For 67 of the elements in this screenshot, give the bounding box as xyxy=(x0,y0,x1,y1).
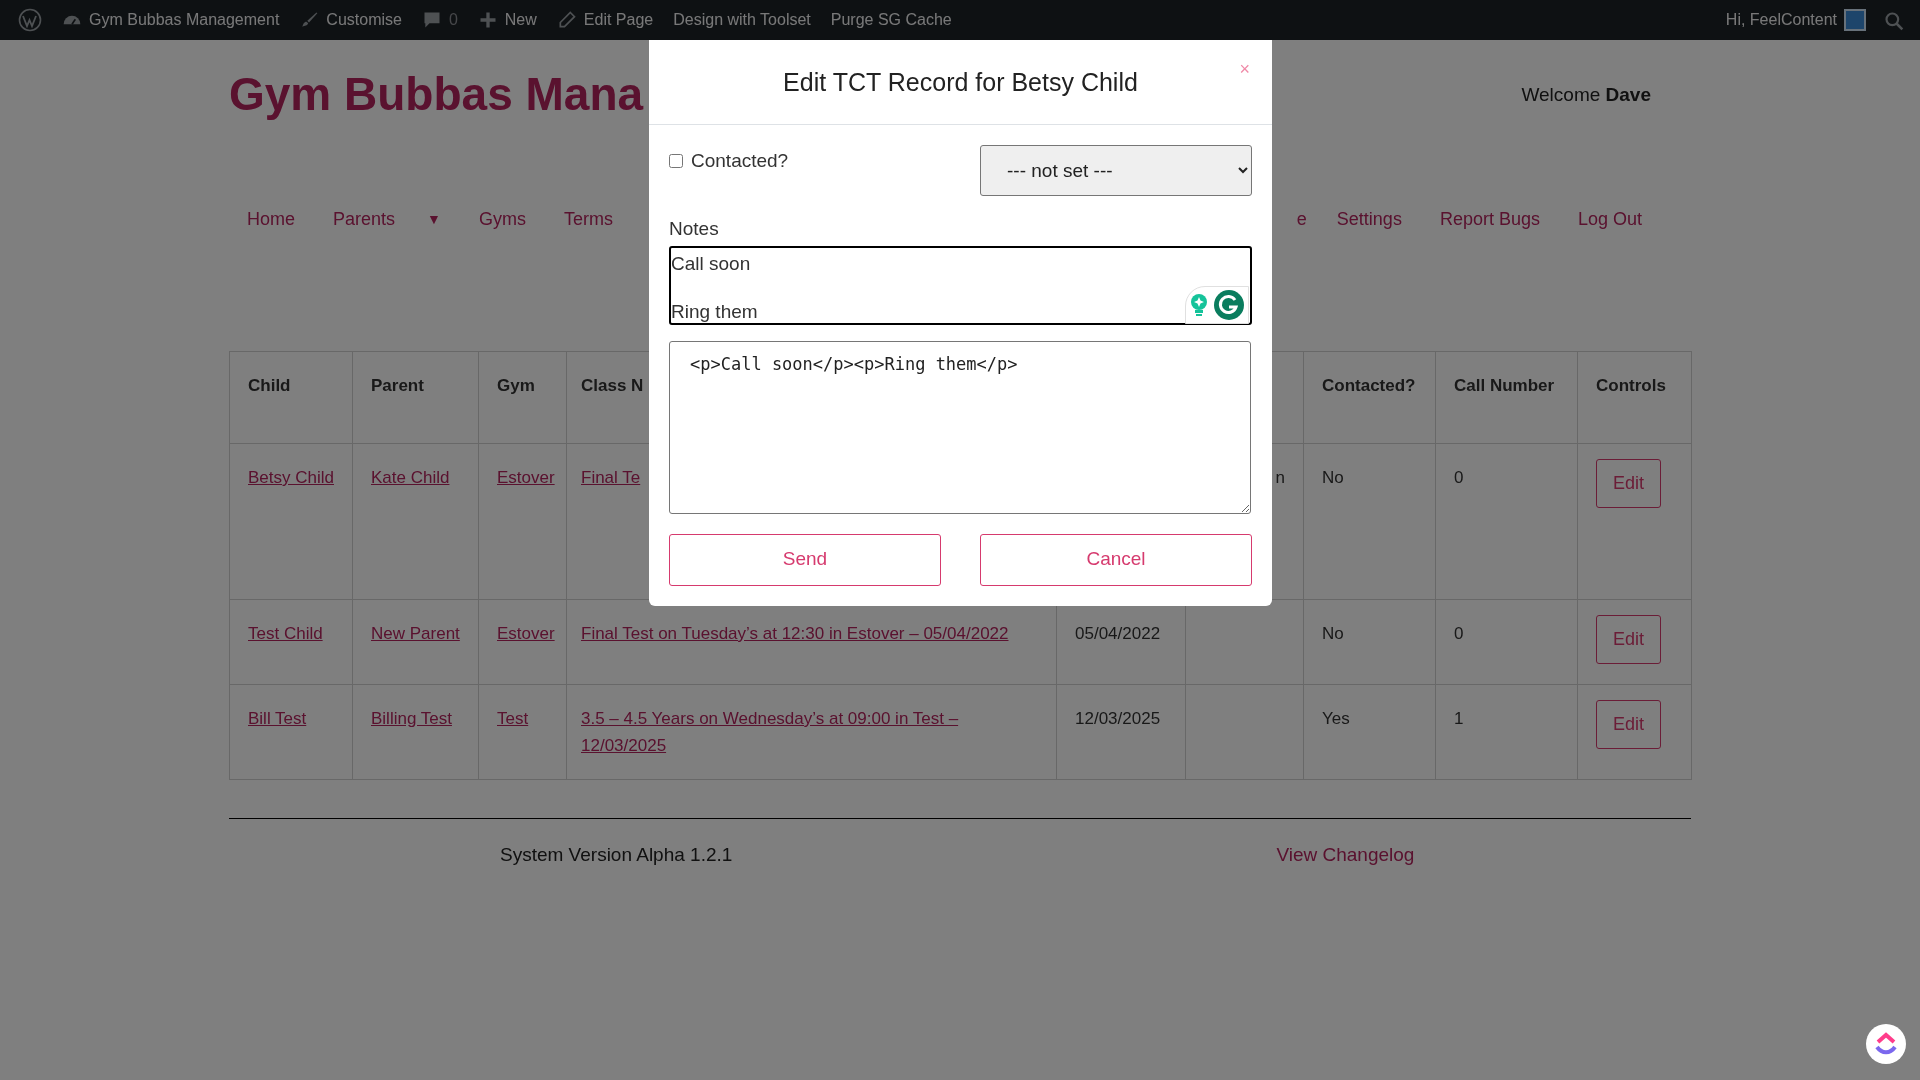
editor-line: Call soon xyxy=(671,251,751,276)
table-link[interactable]: Estover xyxy=(497,464,555,491)
brush-icon xyxy=(299,10,320,30)
table-cell: No xyxy=(1322,624,1344,643)
table-link[interactable]: Betsy Child xyxy=(248,464,334,491)
floating-app-button[interactable] xyxy=(1866,1024,1906,1064)
table-link[interactable]: Test xyxy=(497,705,529,732)
version-text: System Version Alpha 1.2.1 xyxy=(500,843,733,867)
column-header: Gym xyxy=(497,376,535,395)
nav-link-item[interactable]: Terms xyxy=(563,206,613,233)
column-header: Contacted? xyxy=(1322,376,1416,395)
lightbulb-icon[interactable] xyxy=(1190,292,1208,317)
wordpress-logo-icon xyxy=(18,8,42,32)
nav-link-item[interactable]: Log Out xyxy=(1577,206,1642,233)
column-header: Controls xyxy=(1596,376,1666,395)
cancel-button[interactable]: Cancel xyxy=(980,533,1252,586)
edit-button[interactable]: Edit xyxy=(1596,700,1662,749)
site-title: Gym Bubbas Mana xyxy=(229,67,644,123)
welcome-text: Welcome Dave xyxy=(1521,82,1651,107)
table-cell: 1 xyxy=(1454,709,1464,728)
send-button[interactable]: Send xyxy=(669,533,941,586)
editor-line: Ring them xyxy=(671,299,758,324)
edit-button[interactable]: Edit xyxy=(1596,615,1662,664)
admin-bar-item[interactable]: 0 xyxy=(411,0,468,40)
table-cell: 12/03/2025 xyxy=(1075,709,1161,728)
table-cell: n xyxy=(1275,468,1285,487)
table-cell: 0 xyxy=(1454,624,1464,643)
column-header: Child xyxy=(248,376,291,395)
edit-button[interactable]: Edit xyxy=(1596,459,1662,508)
table-cell: Yes xyxy=(1322,709,1350,728)
checkbox-label: Contacted? xyxy=(691,149,789,173)
modal-title: Edit TCT Record for Betsy Child xyxy=(783,67,1138,97)
table-cell: No xyxy=(1322,468,1344,487)
close-button[interactable]: × xyxy=(1235,56,1254,83)
table-link[interactable]: Billing Test xyxy=(371,705,452,732)
table-cell: 0 xyxy=(1454,468,1464,487)
table-link[interactable]: Final Te xyxy=(581,464,641,491)
admin-bar-item[interactable]: Gym Bubbas Management xyxy=(52,0,290,40)
nav-link-item[interactable]: Parents xyxy=(333,206,396,233)
nav-link-item[interactable]: Home xyxy=(247,206,295,233)
column-header: Call Number xyxy=(1454,376,1555,395)
notes-editor[interactable]: Call soon Ring them xyxy=(669,245,1252,325)
admin-bar-item[interactable]: Purge SG Cache xyxy=(820,0,962,40)
nav-link-item[interactable]: Settings xyxy=(1336,206,1402,233)
admin-bar-item[interactable]: Edit Page xyxy=(546,0,664,40)
nav-link-item[interactable]: Gyms xyxy=(478,206,526,233)
account-menu[interactable]: Hi, FeelContent xyxy=(1715,0,1876,40)
dropdown-caret[interactable]: ▼ xyxy=(427,209,441,230)
table-link[interactable]: Kate Child xyxy=(371,464,450,491)
admin-bar-item[interactable]: Design with Toolset xyxy=(663,0,821,40)
avatar-icon xyxy=(1844,9,1866,31)
admin-bar-item[interactable]: Customise xyxy=(289,0,412,40)
changelog-link[interactable]: View Changelog xyxy=(1276,841,1415,870)
contacted-checkbox[interactable] xyxy=(669,154,683,169)
g-logo-icon[interactable] xyxy=(1214,289,1244,320)
html-source-field[interactable]: <p>Call soon</p><p>Ring them</p> xyxy=(669,340,1251,514)
status-select[interactable]: --- not set --- xyxy=(980,145,1252,196)
column-header: Parent xyxy=(371,376,424,395)
table-cell: 05/04/2022 xyxy=(1075,624,1161,643)
chevron-arc-icon xyxy=(1874,1031,1898,1057)
notes-label: Notes xyxy=(669,217,720,241)
admin-bar-item[interactable]: New xyxy=(467,0,547,40)
table-link[interactable]: Test Child xyxy=(248,620,323,647)
nav-link-item[interactable]: Report Bugs xyxy=(1439,206,1540,233)
table-link[interactable]: Bill Test xyxy=(248,705,307,732)
nav-link-item[interactable]: e xyxy=(1296,206,1307,233)
column-header: Class N xyxy=(581,376,644,395)
